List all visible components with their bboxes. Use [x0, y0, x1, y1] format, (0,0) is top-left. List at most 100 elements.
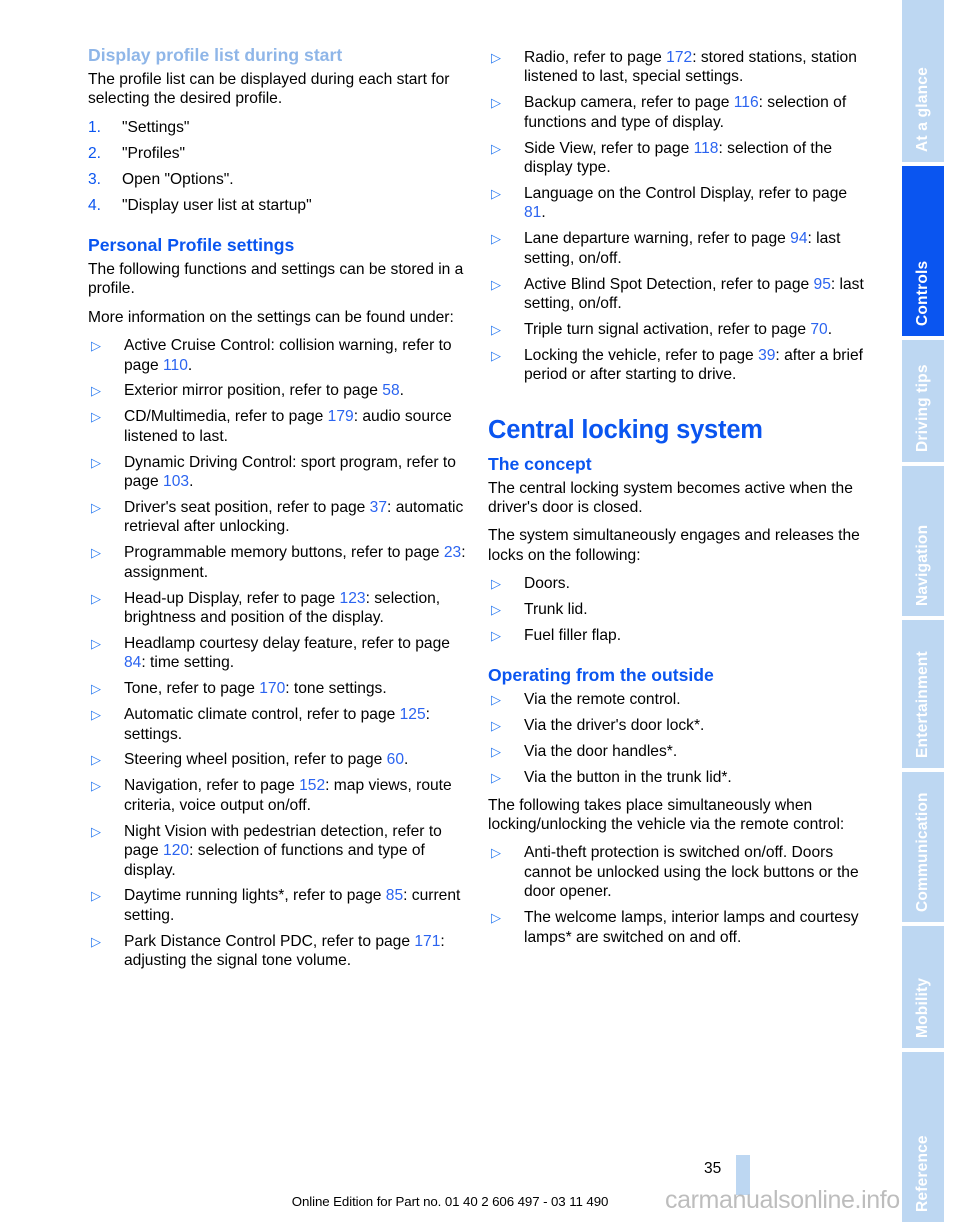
page-reference[interactable]: 85	[386, 887, 403, 904]
step-text: "Settings"	[122, 118, 190, 136]
triangle-right-icon: ▷	[491, 95, 501, 111]
page-reference[interactable]: 170	[259, 680, 285, 697]
outside-bullet-text: Via the driver's door lock*.	[524, 717, 705, 735]
triangle-right-icon: ▷	[91, 933, 101, 949]
chapter-title-central-locking: Central locking system	[488, 415, 763, 444]
page-reference[interactable]: 39	[758, 347, 775, 364]
list-item: ▷ Navigation, refer to page 152: map view…	[88, 776, 470, 815]
setting-bullet-text: Language on the Control Display, refer t…	[524, 184, 848, 222]
page-reference[interactable]: 58	[382, 382, 399, 399]
setting-bullet-text: Steering wheel position, refer to page 6…	[124, 751, 409, 769]
triangle-right-icon: ▷	[91, 707, 101, 723]
setting-bullet-text: Radio, refer to page 172: stored station…	[524, 49, 857, 86]
setting-bullet-text: Daytime running lights*, refer to page 8…	[124, 887, 461, 924]
settings-bullet-list-continued: ▷ Radio, refer to page 172: stored statio…	[488, 48, 870, 385]
list-item: ▷ Programmable memory buttons, refer to p…	[88, 543, 470, 582]
page-reference[interactable]: 125	[400, 706, 426, 723]
outside-bullet-text: Via the remote control.	[524, 691, 681, 709]
manual-page: Display profile list during start The pr…	[0, 0, 960, 1222]
list-item: ▷ Via the button in the trunk lid*.	[488, 768, 870, 787]
sidebar-tab-entertainment[interactable]: Entertainment	[902, 620, 944, 768]
heading-operating-from-outside: Operating from the outside	[488, 665, 714, 686]
setting-bullet-text: Navigation, refer to page 152: map views…	[124, 777, 452, 814]
setting-bullet-text: Active Cruise Control: collision warning…	[124, 337, 452, 374]
triangle-right-icon: ▷	[91, 778, 101, 794]
triangle-right-icon: ▷	[91, 635, 101, 651]
page-reference[interactable]: 103	[163, 473, 189, 490]
page-reference[interactable]: 152	[299, 777, 325, 794]
simultaneous-bullet-text: The welcome lamps, interior lamps and co…	[524, 909, 859, 946]
sidebar-tab-communication[interactable]: Communication	[902, 772, 944, 922]
page-reference[interactable]: 37	[370, 499, 387, 516]
step-text: "Display user list at startup"	[122, 196, 312, 214]
sidebar-tab-label: Controls	[914, 260, 931, 326]
page-reference[interactable]: 172	[666, 49, 692, 66]
step-text: "Profiles"	[122, 144, 186, 162]
list-item: ▷ Park Distance Control PDC, refer to pag…	[88, 932, 470, 971]
step-number: 1.	[88, 118, 102, 136]
page-reference[interactable]: 70	[810, 321, 827, 338]
triangle-right-icon: ▷	[491, 770, 501, 786]
numbered-step-list: 1. "Settings" 2. "Profiles" 3. Open "Options"…	[88, 118, 470, 215]
concept-bullet-text: Trunk lid.	[524, 601, 588, 619]
page-reference[interactable]: 94	[790, 230, 807, 247]
sidebar-tab-driving-tips[interactable]: Driving tips	[902, 340, 944, 462]
setting-bullet-text: Exterior mirror position, refer to page …	[124, 382, 404, 400]
list-item: ▷ Locking the vehicle, refer to page 39: …	[488, 346, 870, 385]
step-text: Open "Options".	[122, 170, 234, 188]
sidebar-tab-label: At a glance	[914, 67, 931, 152]
list-item: ▷ Language on the Control Display, refer …	[488, 184, 870, 223]
triangle-right-icon: ▷	[491, 628, 501, 644]
setting-bullet-text: Head-up Display, refer to page 123: sele…	[124, 589, 441, 627]
list-item: ▷ Automatic climate control, refer to pag…	[88, 705, 470, 744]
left-column: Display profile list during start The pr…	[88, 44, 470, 979]
sidebar-tab-at-a-glance[interactable]: At a glance	[902, 0, 944, 162]
page-reference[interactable]: 81	[524, 204, 541, 221]
list-item: ▷ Lane departure warning, refer to page 9…	[488, 229, 870, 268]
setting-bullet-text: Active Blind Spot Detection, refer to pa…	[524, 275, 864, 312]
numbered-step: 1. "Settings"	[88, 118, 470, 137]
page-reference[interactable]: 171	[414, 933, 440, 950]
list-item: ▷ The welcome lamps, interior lamps and c…	[488, 908, 870, 947]
triangle-right-icon: ▷	[491, 602, 501, 618]
page-reference[interactable]: 116	[734, 94, 759, 111]
triangle-right-icon: ▷	[91, 888, 101, 904]
setting-bullet-text: CD/Multimedia, refer to page 179: audio …	[124, 408, 452, 445]
page-reference[interactable]: 120	[163, 842, 189, 859]
page-reference[interactable]: 179	[328, 408, 354, 425]
triangle-right-icon: ▷	[491, 140, 501, 156]
setting-bullet-text: Driver's seat position, refer to page 37…	[124, 499, 464, 536]
page-reference[interactable]: 84	[124, 654, 141, 671]
list-item: ▷ Side View, refer to page 118: selection…	[488, 139, 870, 178]
step-number: 3.	[88, 170, 102, 188]
triangle-right-icon: ▷	[491, 231, 501, 247]
sidebar-tab-controls[interactable]: Controls	[902, 166, 944, 336]
page-reference[interactable]: 60	[387, 751, 404, 768]
concept-bullet-text: Fuel filler flap.	[524, 627, 622, 645]
setting-bullet-text: Headlamp courtesy delay feature, refer t…	[124, 634, 450, 672]
page-number: 35	[704, 1160, 722, 1177]
simultaneous-bullet-text: Anti-theft protection is switched on/off…	[524, 844, 859, 901]
page-reference[interactable]: 118	[694, 140, 719, 157]
sidebar-tab-navigation[interactable]: Navigation	[902, 466, 944, 616]
paragraph-more-information: More information on the settings can be …	[88, 308, 454, 326]
page-reference[interactable]: 123	[340, 590, 366, 607]
page-reference[interactable]: 110	[163, 357, 188, 374]
list-item: ▷ CD/Multimedia, refer to page 179: audio…	[88, 407, 470, 446]
setting-bullet-text: Lane departure warning, refer to page 94…	[524, 230, 841, 267]
right-column: ▷ Radio, refer to page 172: stored statio…	[488, 44, 870, 955]
setting-bullet-text: Backup camera, refer to page 116: select…	[524, 94, 847, 131]
setting-bullet-text: Dynamic Driving Control: sport program, …	[124, 453, 456, 491]
setting-bullet-text: Night Vision with pedestrian detection, …	[124, 822, 442, 879]
heading-the-concept: The concept	[488, 453, 592, 474]
page-reference[interactable]: 23	[444, 544, 461, 561]
outside-bullet-text: Via the button in the trunk lid*.	[524, 769, 732, 787]
setting-bullet-text: Locking the vehicle, refer to page 39: a…	[524, 346, 863, 384]
triangle-right-icon: ▷	[91, 338, 101, 354]
sidebar-tab-reference[interactable]: Reference	[902, 1052, 944, 1222]
triangle-right-icon: ▷	[491, 692, 501, 708]
page-reference[interactable]: 95	[814, 276, 831, 293]
sidebar-tab-mobility[interactable]: Mobility	[902, 926, 944, 1048]
triangle-right-icon: ▷	[91, 545, 101, 561]
list-item: ▷ Active Blind Spot Detection, refer to p…	[488, 275, 870, 314]
